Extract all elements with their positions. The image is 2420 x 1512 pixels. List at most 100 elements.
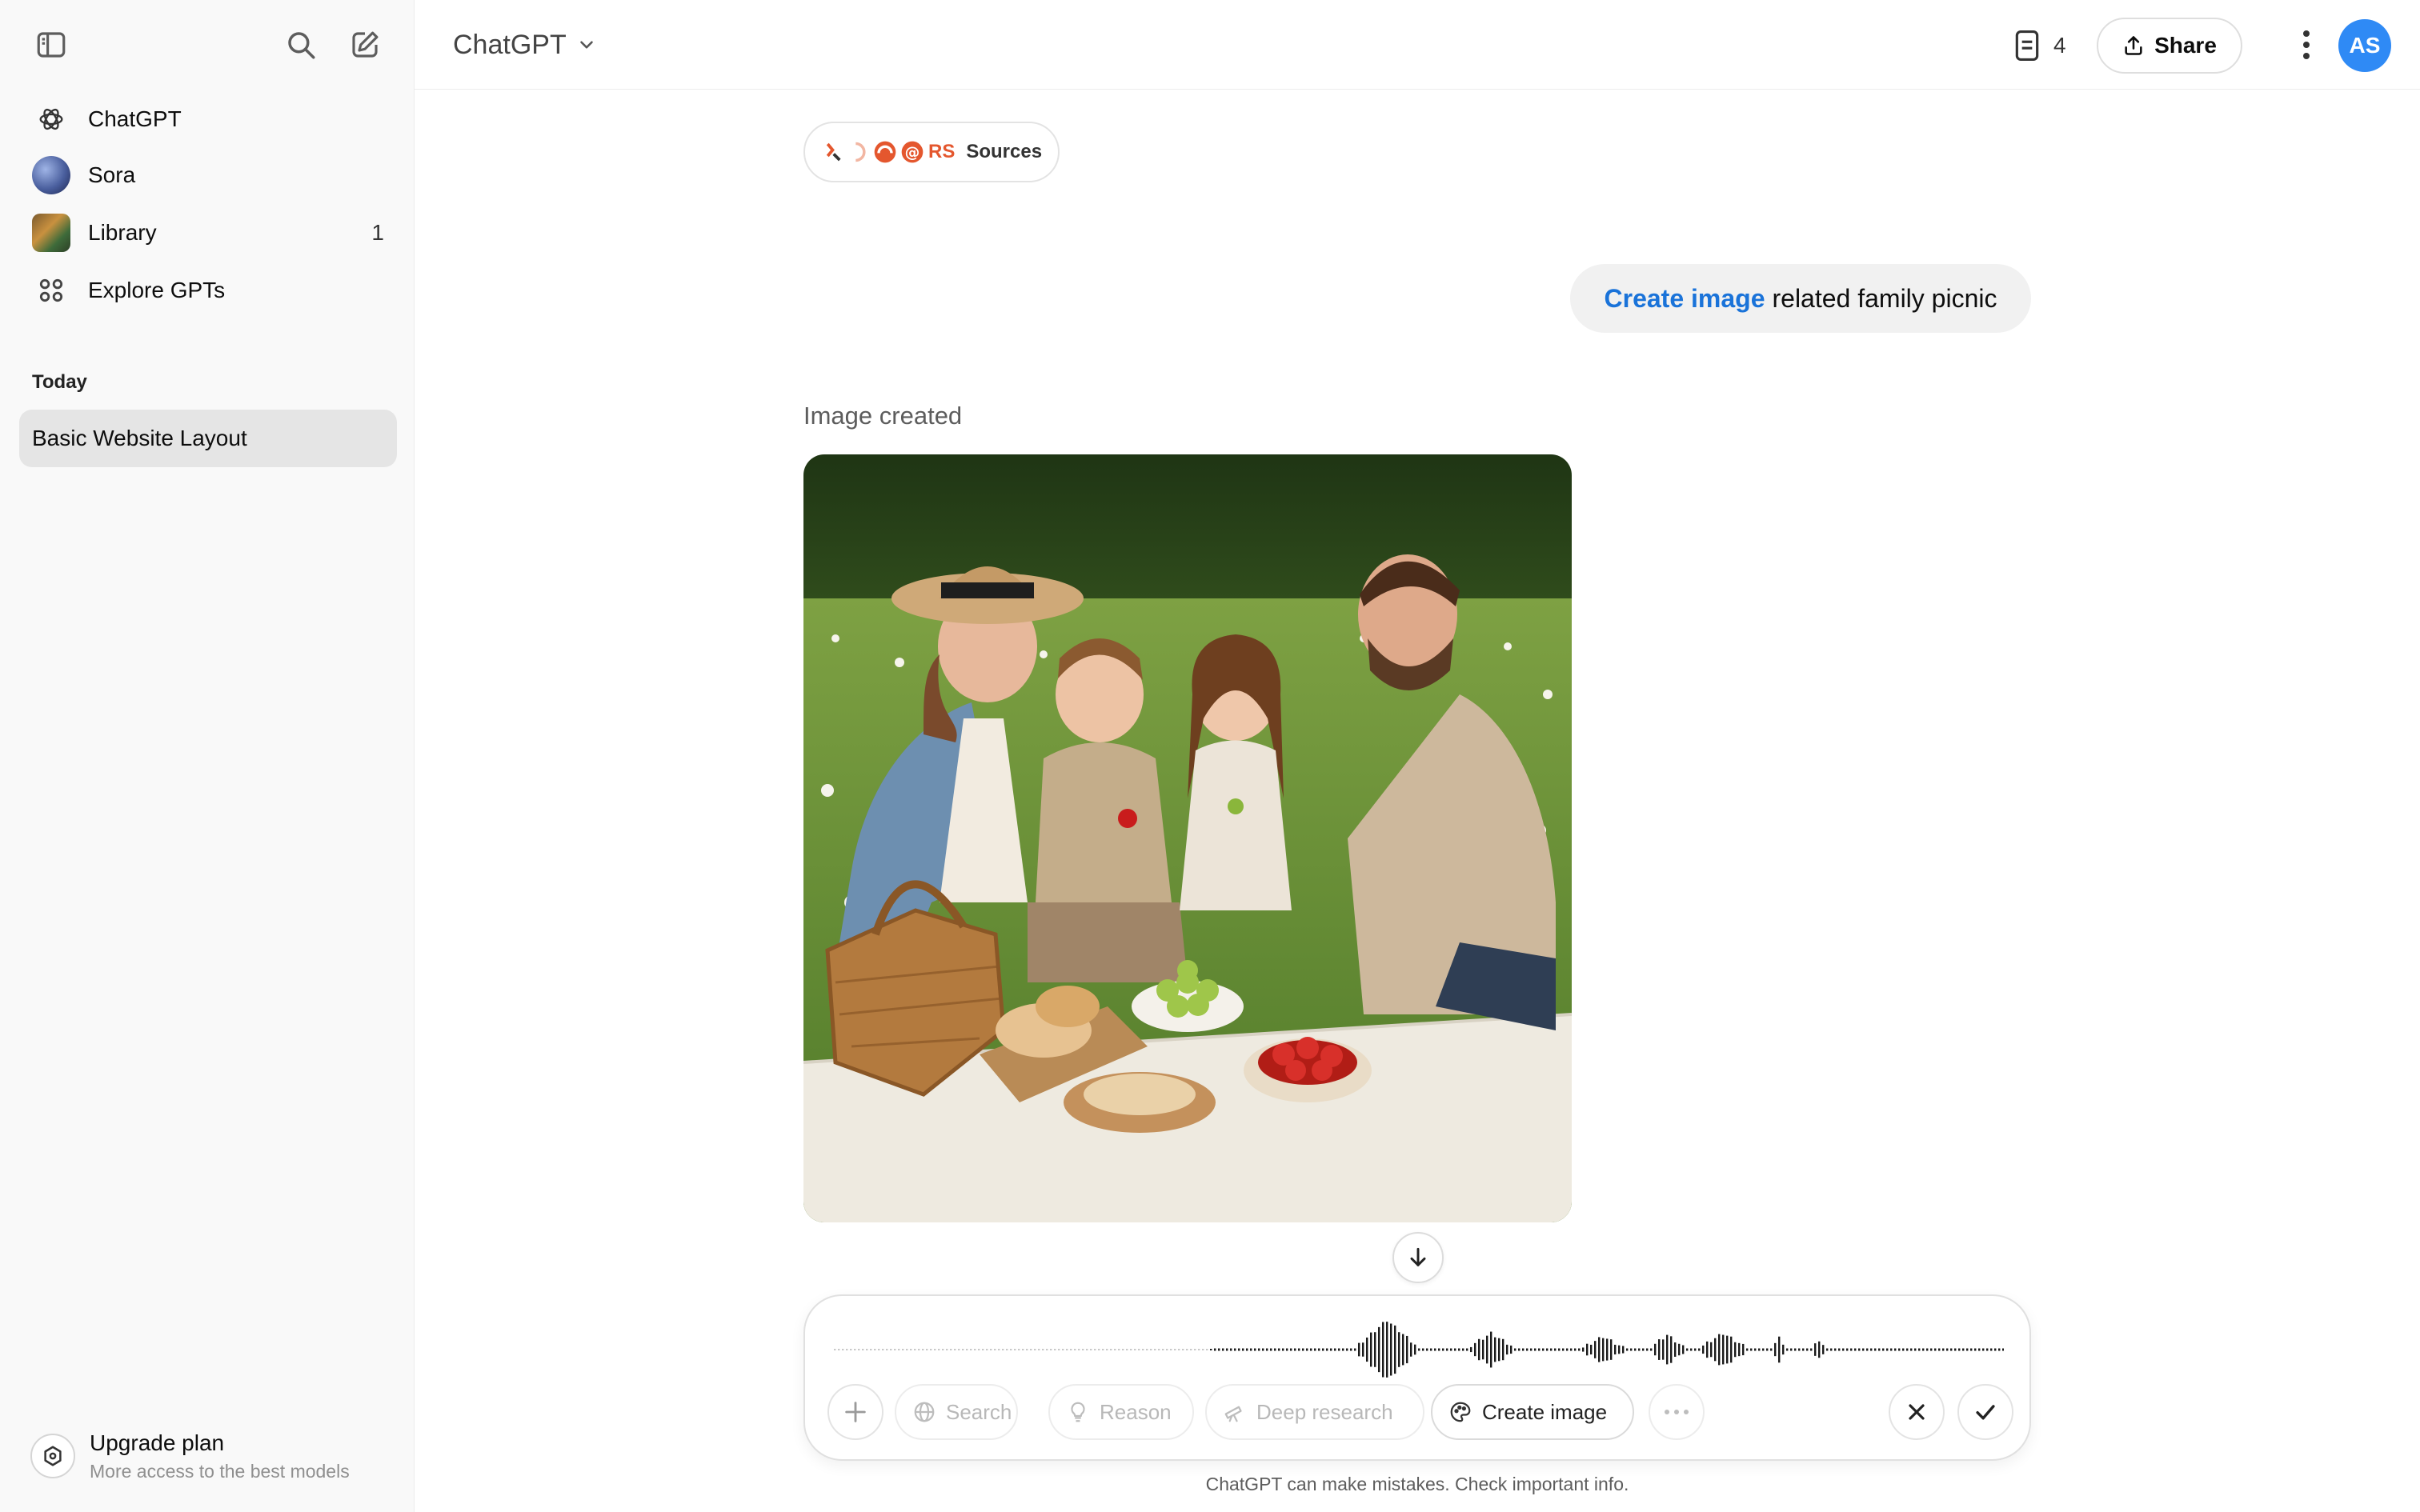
toggle-sidebar-button[interactable] [26,19,77,70]
tool-search-button[interactable]: Search [895,1384,1018,1440]
waveform-bar [1118,1349,1120,1350]
waveform-bar [1610,1339,1613,1360]
add-attachment-button[interactable] [827,1384,883,1440]
waveform-bar [1342,1348,1344,1351]
waveform-bar [1206,1349,1208,1350]
palette-icon [1450,1402,1471,1422]
sidebar-item-library[interactable]: Library 1 [19,206,397,259]
waveform-bar [1666,1334,1669,1365]
waveform-bar [1770,1348,1773,1351]
canvas-documents-button[interactable]: 4 [2012,26,2066,66]
new-chat-button[interactable] [339,19,391,70]
more-tools-button[interactable] [1649,1384,1705,1440]
waveform-bar [1590,1344,1593,1355]
confirm-dictation-button[interactable] [1957,1384,2013,1440]
upgrade-plan-button[interactable]: Upgrade plan More access to the best mod… [19,1418,397,1494]
waveform-bar [838,1349,840,1350]
waveform-bar [1086,1349,1088,1350]
waveform-bar [1038,1349,1040,1350]
waveform-bar [978,1349,980,1350]
tool-reason-button[interactable]: Reason [1048,1384,1194,1440]
waveform-bar [1126,1349,1128,1350]
more-horizontal-icon [1665,1410,1689,1414]
sources-button[interactable]: @ RS Sources [803,122,1060,182]
waveform-bar [1870,1348,1873,1351]
waveform-bar [1638,1348,1641,1351]
waveform-bar [1114,1349,1116,1350]
share-button[interactable]: Share [2097,18,2242,74]
waveform-bar [1058,1349,1060,1350]
waveform-bar [1762,1348,1765,1351]
waveform-bar [946,1349,948,1350]
search-chats-button[interactable] [275,19,327,70]
image-status-label: Image created [803,402,963,430]
waveform-bar [1658,1339,1661,1360]
waveform-bar [1918,1348,1921,1351]
sidebar-item-chatgpt[interactable]: ChatGPT [19,93,397,146]
upgrade-title: Upgrade plan [90,1430,225,1455]
waveform-bar [1034,1349,1036,1350]
waveform-bar [954,1349,956,1350]
waveform-bar [1742,1343,1745,1356]
tool-create-image-button[interactable]: Create image [1431,1384,1634,1440]
waveform-bar [1698,1348,1701,1351]
generated-image[interactable] [803,454,1572,1222]
sidebar-item-label: Sora [88,162,136,187]
more-options-button[interactable] [2284,22,2329,67]
waveform-bar [878,1349,880,1350]
waveform-bar [1098,1349,1100,1350]
waveform-bar [1290,1348,1292,1351]
waveform-bar [1174,1349,1176,1350]
waveform-bar [1198,1349,1200,1350]
scroll-to-bottom-button[interactable] [1392,1232,1444,1283]
disclaimer-text: ChatGPT can make mistakes. Check importa… [1205,1474,1629,1494]
model-name: ChatGPT [453,29,567,60]
waveform-bar [1378,1326,1380,1373]
model-selector[interactable]: ChatGPT [453,22,597,67]
upgrade-icon [30,1434,75,1478]
waveform-bar [1646,1348,1649,1351]
waveform-bar [898,1349,900,1350]
tool-deep-research-button[interactable]: Deep research [1205,1384,1424,1440]
waveform-bar [1934,1348,1937,1351]
waveform-bar [1678,1343,1681,1356]
waveform-bar [1862,1348,1865,1351]
waveform-bar [1534,1348,1537,1351]
waveform-bar [870,1349,872,1350]
waveform-bar [1902,1348,1905,1351]
waveform-bar [1894,1348,1897,1351]
voice-waveform [834,1322,2004,1378]
waveform-bar [1718,1334,1721,1366]
waveform-bar [1434,1348,1436,1351]
waveform-bar [1786,1348,1789,1351]
waveform-bar [982,1349,984,1350]
waveform-bar [1466,1348,1468,1351]
waveform-bar [850,1349,852,1350]
waveform-bar [1882,1348,1885,1351]
waveform-bar [1814,1343,1817,1356]
waveform-bar [1958,1348,1961,1351]
cancel-dictation-button[interactable] [1889,1384,1945,1440]
waveform-bar [1594,1341,1597,1358]
waveform-bar [1250,1348,1252,1351]
waveform-bar [986,1349,988,1350]
user-avatar[interactable]: AS [2338,19,2391,72]
waveform-bar [846,1349,848,1350]
waveform-bar [1566,1348,1569,1351]
history-item-basic-website-layout[interactable]: Basic Website Layout [19,410,397,467]
waveform-bar [1550,1348,1553,1351]
upgrade-text: Upgrade plan More access to the best mod… [90,1430,350,1482]
sidebar-item-sora[interactable]: Sora [19,149,397,202]
source-logo-icon: @ [901,141,924,163]
waveform-bar [1530,1348,1533,1351]
waveform-bar [1326,1348,1328,1351]
sidebar-item-explore-gpts[interactable]: Explore GPTs [19,264,397,317]
sidebar-item-label: Library [88,220,157,245]
waveform-bar [918,1349,920,1350]
waveform-bar [1394,1325,1396,1374]
waveform-bar [1358,1342,1360,1357]
waveform-bar [1314,1348,1316,1351]
waveform-bar [1306,1348,1308,1351]
waveform-bar [1954,1348,1957,1351]
waveform-bar [1686,1348,1689,1351]
